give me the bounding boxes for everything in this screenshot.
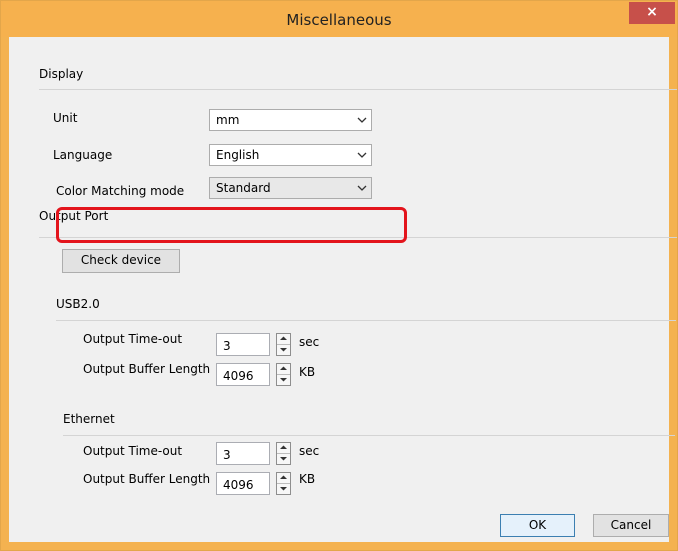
usb-buffer-label: Output Buffer Length xyxy=(83,362,211,376)
unit-label: Unit xyxy=(53,111,78,125)
ethernet-timeout-unit: sec xyxy=(299,444,320,458)
usb-timeout-unit: sec xyxy=(299,335,320,349)
ethernet-timeout-input[interactable]: 3 xyxy=(216,442,270,465)
spin-up-icon[interactable] xyxy=(277,473,290,484)
spin-down-icon[interactable] xyxy=(277,345,290,355)
color-matching-select[interactable]: Standard xyxy=(209,177,372,199)
spin-up-icon[interactable] xyxy=(277,334,290,345)
ethernet-buffer-input[interactable]: 4096 xyxy=(216,472,270,495)
usb-buffer-spinner[interactable] xyxy=(276,363,291,386)
language-value: English xyxy=(216,148,260,162)
usb-timeout-label: Output Time-out xyxy=(83,332,183,346)
window-title: Miscellaneous xyxy=(286,11,392,29)
usb-heading: USB2.0 xyxy=(56,297,100,311)
unit-value: mm xyxy=(216,113,240,127)
dialog-client-area: Display Unit mm Language English Color M… xyxy=(9,37,677,542)
ethernet-buffer-value: 4096 xyxy=(223,478,254,492)
unit-select[interactable]: mm xyxy=(209,109,372,131)
spin-down-icon[interactable] xyxy=(277,454,290,464)
cancel-button[interactable]: Cancel xyxy=(593,514,669,537)
display-divider xyxy=(39,89,677,90)
spin-up-icon[interactable] xyxy=(277,364,290,375)
ethernet-buffer-label: Output Buffer Length xyxy=(83,472,211,486)
ok-button[interactable]: OK xyxy=(500,514,575,537)
spin-down-icon[interactable] xyxy=(277,484,290,494)
highlight-annotation xyxy=(56,207,407,243)
color-matching-value: Standard xyxy=(216,181,271,195)
check-device-button[interactable]: Check device xyxy=(62,249,180,273)
close-icon[interactable]: × xyxy=(646,4,658,20)
ethernet-timeout-value: 3 xyxy=(223,448,231,462)
chevron-down-icon xyxy=(357,152,367,158)
title-bar[interactable]: Miscellaneous × xyxy=(1,1,677,37)
usb-timeout-spinner[interactable] xyxy=(276,333,291,356)
language-select[interactable]: English xyxy=(209,144,372,166)
chevron-down-icon xyxy=(357,117,367,123)
display-heading: Display xyxy=(39,67,84,81)
language-label: Language xyxy=(53,148,113,162)
ethernet-timeout-label: Output Time-out xyxy=(83,444,183,458)
chevron-down-icon xyxy=(357,185,367,191)
usb-buffer-unit: KB xyxy=(299,365,316,379)
usb-timeout-value: 3 xyxy=(223,339,231,353)
ethernet-divider xyxy=(63,435,675,436)
ethernet-buffer-spinner[interactable] xyxy=(276,472,291,495)
ethernet-heading: Ethernet xyxy=(63,412,115,426)
dialog-window: Miscellaneous × Display Unit mm Language… xyxy=(0,0,678,551)
color-matching-label: Color Matching mode xyxy=(56,184,185,198)
spin-down-icon[interactable] xyxy=(277,375,290,385)
usb-buffer-input[interactable]: 4096 xyxy=(216,363,270,386)
spin-up-icon[interactable] xyxy=(277,443,290,454)
usb-timeout-input[interactable]: 3 xyxy=(216,333,270,356)
ethernet-buffer-unit: KB xyxy=(299,472,316,486)
ethernet-timeout-spinner[interactable] xyxy=(276,442,291,465)
close-button[interactable]: × xyxy=(629,2,675,24)
usb-divider xyxy=(56,320,676,321)
usb-buffer-value: 4096 xyxy=(223,369,254,383)
